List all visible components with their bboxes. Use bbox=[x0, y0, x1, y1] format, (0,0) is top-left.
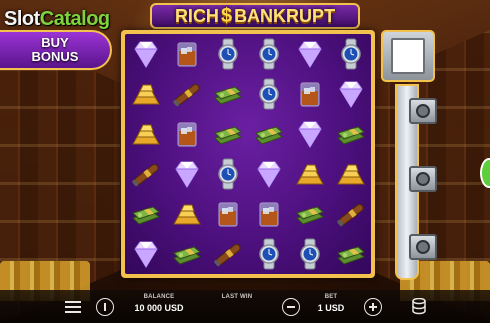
watermark-text-b: Catalog bbox=[39, 8, 110, 30]
vault-lock-icon bbox=[409, 234, 437, 260]
symbol-cigar-icon[interactable] bbox=[166, 74, 207, 114]
symbol-watch-icon[interactable] bbox=[248, 234, 289, 274]
reel-frame bbox=[121, 30, 375, 278]
bottom-bar: BALANCE 10 000 USD LAST WIN BET 1 USD bbox=[0, 290, 490, 323]
symbol-diamond-icon[interactable] bbox=[125, 234, 166, 274]
symbol-watch-icon[interactable] bbox=[207, 154, 248, 194]
buy-bonus-line2: BONUS bbox=[31, 49, 79, 64]
logo-word-left: RICH bbox=[174, 5, 219, 26]
symbol-diamond-icon[interactable] bbox=[248, 154, 289, 194]
balance-label: BALANCE bbox=[143, 294, 175, 300]
increase-bet-button[interactable] bbox=[364, 298, 382, 316]
buy-bonus-button[interactable]: BUY BONUS bbox=[0, 30, 112, 70]
symbol-money-icon[interactable] bbox=[166, 234, 207, 274]
symbol-gold-bars-icon[interactable] bbox=[125, 74, 166, 114]
symbol-whiskey-icon[interactable] bbox=[166, 34, 207, 74]
buy-bonus-line1: BUY bbox=[41, 35, 69, 50]
symbol-gold-bars-icon[interactable] bbox=[289, 154, 330, 194]
logo-word-right: BANKRUPT bbox=[234, 5, 336, 26]
symbol-whiskey-icon[interactable] bbox=[289, 74, 330, 114]
symbol-diamond-icon[interactable] bbox=[289, 114, 330, 154]
symbol-money-icon[interactable] bbox=[330, 234, 371, 274]
symbol-gold-bars-icon[interactable] bbox=[125, 114, 166, 154]
symbol-cigar-icon[interactable] bbox=[330, 194, 371, 234]
game-logo: RICH $ BANKRUPT bbox=[150, 3, 360, 29]
symbol-whiskey-icon[interactable] bbox=[248, 194, 289, 234]
bonus-meter bbox=[381, 30, 439, 280]
symbol-watch-icon[interactable] bbox=[248, 34, 289, 74]
symbol-gold-bars-icon[interactable] bbox=[166, 194, 207, 234]
symbol-gold-bars-icon[interactable] bbox=[330, 154, 371, 194]
vault-lock-icon bbox=[409, 98, 437, 124]
bet-value: 1 USD bbox=[317, 303, 345, 313]
symbol-diamond-icon[interactable] bbox=[330, 74, 371, 114]
decrease-bet-button[interactable] bbox=[282, 298, 300, 316]
safe-icon bbox=[381, 30, 435, 82]
menu-icon[interactable] bbox=[64, 298, 82, 316]
bet-label: BET bbox=[324, 294, 338, 300]
symbol-money-icon[interactable] bbox=[207, 74, 248, 114]
symbol-money-icon[interactable] bbox=[125, 194, 166, 234]
symbol-diamond-icon[interactable] bbox=[166, 154, 207, 194]
symbol-watch-icon[interactable] bbox=[248, 74, 289, 114]
symbol-cigar-icon[interactable] bbox=[125, 154, 166, 194]
symbol-money-icon[interactable] bbox=[330, 114, 371, 154]
logo-dollar-symbol: $ bbox=[220, 4, 233, 27]
symbol-grid bbox=[125, 34, 371, 274]
info-icon[interactable] bbox=[96, 298, 114, 316]
vault-lock-icon bbox=[409, 166, 437, 192]
symbol-cigar-icon[interactable] bbox=[207, 234, 248, 274]
last-win-label: LAST WIN bbox=[221, 294, 253, 300]
slotcatalog-watermark: SlotCatalog bbox=[4, 8, 110, 31]
symbol-money-icon[interactable] bbox=[248, 114, 289, 154]
symbol-watch-icon[interactable] bbox=[330, 34, 371, 74]
symbol-whiskey-icon[interactable] bbox=[207, 194, 248, 234]
symbol-whiskey-icon[interactable] bbox=[166, 114, 207, 154]
coin-stack-icon[interactable] bbox=[410, 298, 428, 316]
balance-value: 10 000 USD bbox=[134, 303, 184, 313]
symbol-diamond-icon[interactable] bbox=[289, 34, 330, 74]
watermark-text-a: Slot bbox=[4, 8, 40, 30]
symbol-money-icon[interactable] bbox=[207, 114, 248, 154]
symbol-watch-icon[interactable] bbox=[207, 34, 248, 74]
symbol-money-icon[interactable] bbox=[289, 194, 330, 234]
symbol-diamond-icon[interactable] bbox=[125, 34, 166, 74]
symbol-watch-icon[interactable] bbox=[289, 234, 330, 274]
